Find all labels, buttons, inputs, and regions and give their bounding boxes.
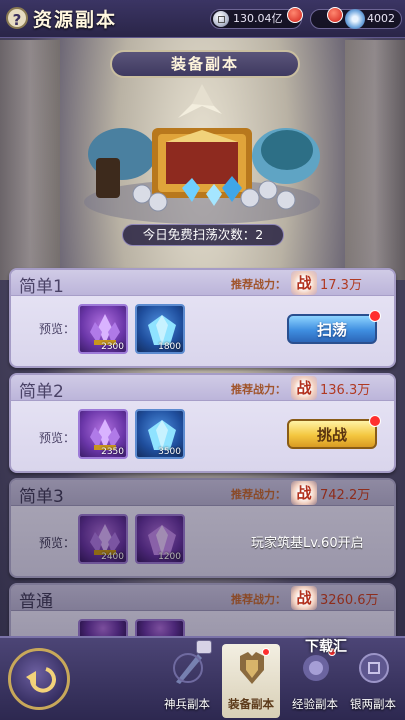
challenge-button[interactable]: 挑战 — [287, 419, 377, 449]
gem-counter: 4002 — [310, 7, 402, 29]
reward-item[interactable]: 3500 — [135, 409, 185, 459]
add-gem-button[interactable] — [327, 7, 343, 23]
recommended-power-label: 推荐战力： — [231, 488, 286, 501]
silver-coin-icon — [359, 653, 389, 683]
silver-coin-icon — [213, 11, 229, 27]
stage-card-header: 普通 推荐战力： 战 3260.6万 — [11, 585, 394, 612]
stage-card-normal: 普通 推荐战力： 战 3260.6万 — [9, 583, 396, 643]
notification-dot — [369, 415, 381, 427]
reward-quantity: 2350 — [101, 447, 124, 457]
tab-divine-weapon-dungeon[interactable]: 神兵副本 — [158, 644, 216, 718]
battle-power-icon: 战 — [291, 481, 317, 505]
reward-quantity: 3500 — [158, 447, 181, 457]
recommended-power-value: 3260.6万 — [320, 593, 379, 608]
reward-item[interactable]: 1800 — [135, 304, 185, 354]
preview-label: 预览： — [39, 431, 76, 445]
tab-equipment-dungeon[interactable]: 装备副本 — [222, 644, 280, 718]
stage-name: 简单1 — [19, 277, 64, 297]
recommended-power-label: 推荐战力： — [231, 383, 286, 396]
reward-item[interactable]: 1200 — [135, 514, 185, 564]
stage-name: 普通 — [19, 592, 53, 612]
return-arrow-icon — [26, 667, 56, 693]
recommended-power-value: 17.3万 — [320, 278, 362, 293]
sword-icon — [173, 653, 203, 684]
notification-dot — [262, 648, 270, 656]
tab-label: 装备副本 — [228, 697, 274, 711]
battle-power-icon: 战 — [291, 271, 317, 295]
silver-counter: 130.04亿 — [210, 7, 303, 29]
treasure-pile-illustration — [84, 84, 320, 224]
preview-label: 预览： — [39, 536, 76, 550]
stage-card-header: 简单1 推荐战力： 战 17.3万 — [11, 270, 394, 297]
reward-quantity: 2300 — [101, 342, 124, 352]
page-title: 资源副本 — [33, 9, 118, 31]
top-bar: ? 资源副本 130.04亿 4002 — [0, 0, 405, 38]
help-icon[interactable]: ? — [6, 7, 28, 29]
stage-card-easy-3: 简单3 推荐战力： 战 742.2万 预览： 2400 1200 玩家筑基Lv.… — [9, 478, 396, 578]
reward-quantity: 1800 — [158, 342, 181, 352]
battle-power-icon: 战 — [291, 586, 317, 610]
free-sweep-count: 今日免费扫荡次数：2 — [122, 224, 284, 246]
unlock-requirement-text: 玩家筑基Lv.60开启 — [251, 536, 364, 551]
add-silver-button[interactable] — [287, 7, 303, 23]
recommended-power-label: 推荐战力： — [231, 278, 286, 291]
recommended-power-value: 742.2万 — [320, 488, 371, 503]
notification-dot — [369, 310, 381, 322]
reward-item[interactable]: 2400 — [78, 514, 128, 564]
stage-name: 简单3 — [19, 487, 64, 507]
stage-card-easy-2: 简单2 推荐战力： 战 136.3万 预览： 2350 3500 挑战 — [9, 373, 396, 473]
stage-card-easy-1: 简单1 推荐战力： 战 17.3万 预览： 2300 1800 扫荡 — [9, 268, 396, 368]
stage-card-header: 简单2 推荐战力： 战 136.3万 — [11, 375, 394, 402]
stage-card-header: 简单3 推荐战力： 战 742.2万 — [11, 480, 394, 507]
reward-quantity: 2400 — [101, 552, 124, 562]
pillar-right — [345, 40, 405, 280]
reward-quantity: 1200 — [158, 552, 181, 562]
tab-label: 经验副本 — [292, 697, 338, 711]
tab-silver-dungeon[interactable]: 银两副本 — [344, 644, 402, 718]
stage-name: 简单2 — [19, 382, 64, 402]
watermark: 下载汇 — [305, 639, 347, 655]
gem-amount: 4002 — [367, 12, 395, 25]
preview-label: 预览： — [39, 322, 76, 336]
dungeon-title-banner: 装备副本 — [110, 50, 300, 78]
sweep-button[interactable]: 扫荡 — [287, 314, 377, 344]
battle-power-icon: 战 — [291, 376, 317, 400]
lock-icon — [196, 640, 212, 654]
silver-amount: 130.04亿 — [233, 12, 283, 25]
tab-label: 银两副本 — [350, 697, 396, 711]
recommended-power-label: 推荐战力： — [231, 593, 286, 606]
back-button[interactable] — [8, 648, 70, 710]
spirit-jade-icon — [345, 9, 365, 29]
reward-item[interactable]: 2300 — [78, 304, 128, 354]
pillar-left — [0, 40, 60, 280]
reward-item[interactable]: 2350 — [78, 409, 128, 459]
tab-label: 神兵副本 — [164, 697, 210, 711]
recommended-power-value: 136.3万 — [320, 383, 371, 398]
